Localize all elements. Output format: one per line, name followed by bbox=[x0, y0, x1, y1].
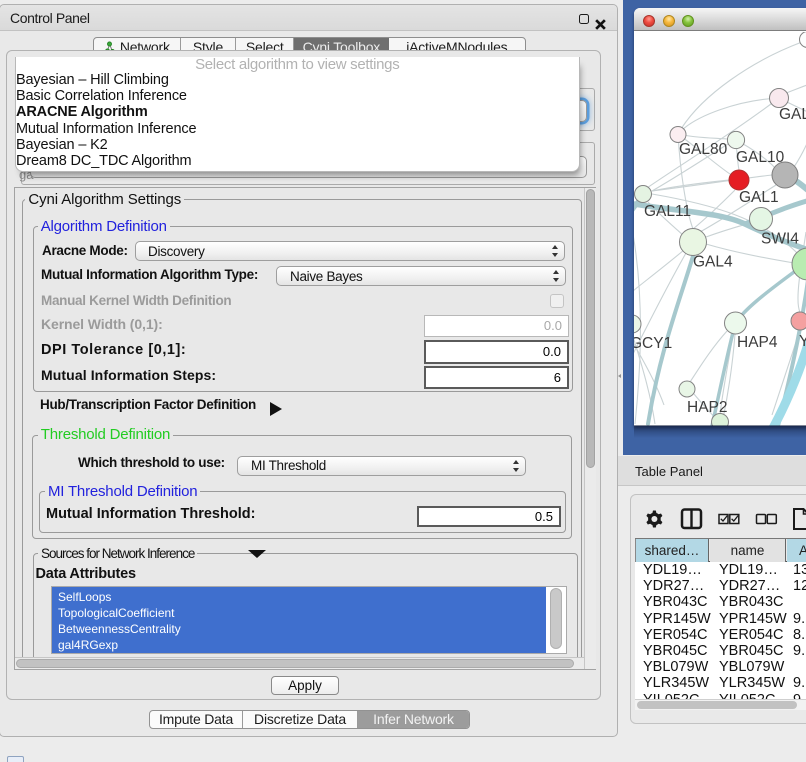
svg-text:GAL10: GAL10 bbox=[736, 149, 785, 166]
svg-text:GAL1: GAL1 bbox=[739, 189, 779, 206]
svg-text:HAP4: HAP4 bbox=[737, 334, 778, 351]
svg-text:GAL11: GAL11 bbox=[644, 203, 691, 220]
svg-text:HAP2: HAP2 bbox=[687, 399, 728, 416]
svg-text:SWI4: SWI4 bbox=[761, 231, 799, 248]
svg-text:GAL4: GAL4 bbox=[693, 254, 733, 271]
svg-text:GAL2: GAL2 bbox=[779, 106, 806, 123]
svg-text:YM: YM bbox=[799, 333, 806, 350]
svg-text:GAL80: GAL80 bbox=[679, 141, 728, 158]
svg-text:GCY1: GCY1 bbox=[634, 335, 672, 352]
